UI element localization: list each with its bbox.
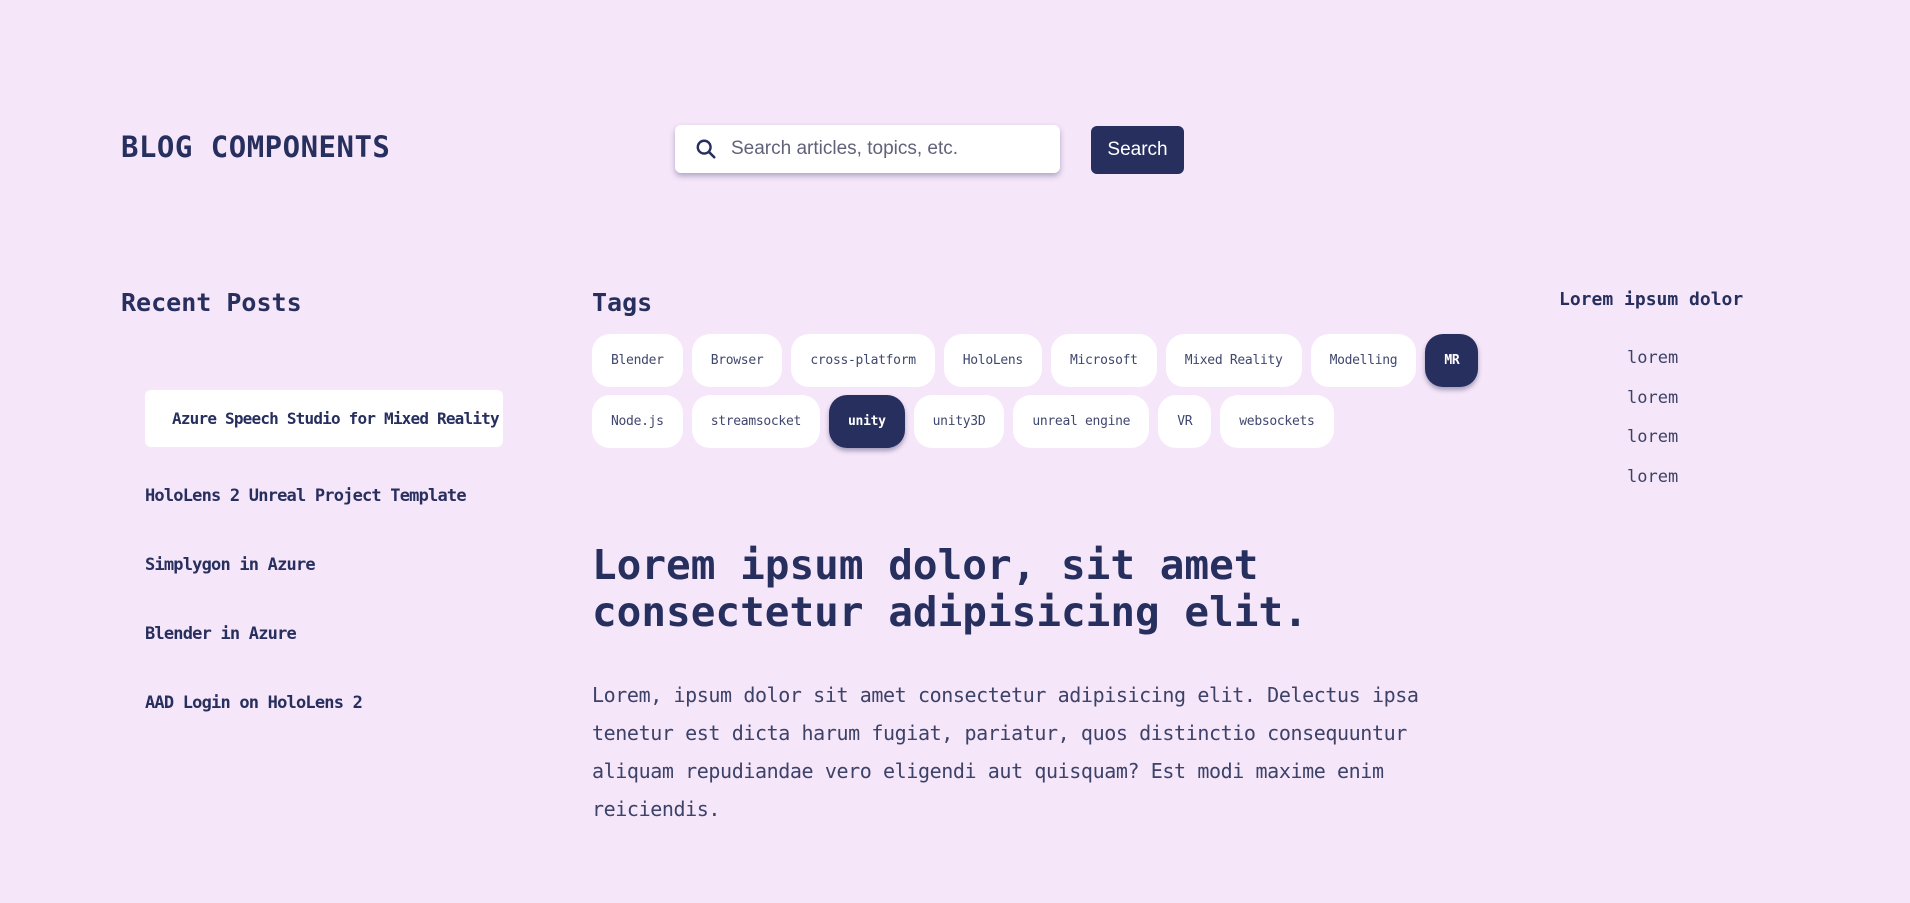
tag-cross-platform[interactable]: cross-platform — [791, 334, 935, 387]
tags-heading: Tags — [592, 288, 653, 317]
tag-nodejs[interactable]: Node.js — [592, 395, 683, 448]
recent-post-item[interactable]: Simplygon in Azure — [145, 555, 505, 624]
recent-posts-list: Azure Speech Studio for Mixed Reality Ho… — [145, 390, 505, 762]
recent-post-item[interactable]: Blender in Azure — [145, 624, 505, 693]
recent-post-item[interactable]: HoloLens 2 Unreal Project Template — [145, 486, 505, 555]
search-icon — [695, 137, 719, 161]
tag-unity[interactable]: unity — [829, 395, 905, 448]
search-input[interactable] — [731, 138, 1031, 160]
search-box[interactable] — [675, 125, 1060, 173]
page: BLOG COMPONENTS Search Recent Posts Azur… — [0, 0, 1910, 903]
sidebar-heading: Lorem ipsum dolor — [1559, 289, 1744, 310]
tag-unreal-engine[interactable]: unreal engine — [1013, 395, 1150, 448]
search-button[interactable]: Search — [1091, 126, 1184, 174]
sidebar-item[interactable]: lorem — [1627, 463, 1678, 503]
recent-posts-heading: Recent Posts — [121, 288, 302, 317]
tag-streamsocket[interactable]: streamsocket — [691, 395, 821, 448]
recent-post-item-active[interactable]: Azure Speech Studio for Mixed Reality — [145, 390, 503, 447]
tag-row-2: Node.js streamsocket unity unity3D unrea… — [592, 395, 1334, 448]
tag-unity3d[interactable]: unity3D — [913, 395, 1005, 448]
tag-mixed-reality[interactable]: Mixed Reality — [1165, 334, 1302, 387]
recent-post-item[interactable]: AAD Login on HoloLens 2 — [145, 693, 505, 762]
tag-modelling[interactable]: Modelling — [1310, 334, 1417, 387]
tag-browser[interactable]: Browser — [691, 334, 783, 387]
tag-microsoft[interactable]: Microsoft — [1050, 334, 1157, 387]
article-title: Lorem ipsum dolor, sit amet consectetur … — [592, 541, 1308, 636]
sidebar-item[interactable]: lorem — [1627, 423, 1678, 463]
sidebar-item[interactable]: lorem — [1627, 344, 1678, 384]
tag-hololens[interactable]: HoloLens — [943, 334, 1042, 387]
sidebar-item[interactable]: lorem — [1627, 384, 1678, 424]
site-title: BLOG COMPONENTS — [121, 130, 391, 164]
sidebar-list: lorem lorem lorem lorem — [1627, 344, 1678, 502]
tag-vr[interactable]: VR — [1158, 395, 1212, 448]
article-body: Lorem, ipsum dolor sit amet consectetur … — [592, 683, 1419, 821]
tag-websockets[interactable]: websockets — [1220, 395, 1334, 448]
tag-row-1: Blender Browser cross-platform HoloLens … — [592, 334, 1479, 387]
tag-blender[interactable]: Blender — [592, 334, 683, 387]
tag-mr[interactable]: MR — [1425, 334, 1479, 387]
